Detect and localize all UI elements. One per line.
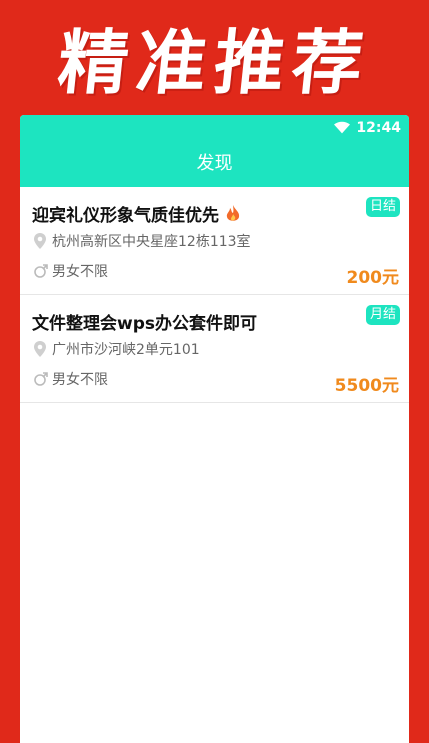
job-gender-row: 男女不限 [32,369,108,389]
job-title-text: 文件整理会wps办公套件即可 [32,314,257,334]
job-price: 200元 [346,268,400,288]
job-price: 5500元 [334,376,399,396]
job-address: 广州市沙河峡2单元101 [52,342,200,358]
job-title: 文件整理会wps办公套件即可 [32,309,257,334]
job-gender-row: 男女不限 [32,261,108,281]
location-pin-icon [32,341,48,357]
job-title: 迎宾礼仪形象气质佳优先 [32,201,241,226]
promo-banner: 精准推荐 [0,0,429,115]
job-address-row: 广州市沙河峡2单元101 [32,339,200,359]
page-title: 发现 [196,153,233,174]
wifi-icon [334,120,351,136]
job-title-text: 迎宾礼仪形象气质佳优先 [32,206,219,226]
gender-icon [32,263,48,279]
app-header: 12:44 发现 [20,115,409,187]
job-card[interactable]: 文件整理会wps办公套件即可 月结 广州市沙河峡2单元101 男女不限 5500… [20,295,409,403]
banner-title: 精准推荐 [53,21,375,104]
settlement-badge: 日结 [365,197,400,217]
app-screen: 12:44 发现 迎宾礼仪形象气质佳优先 日结 杭州高新区中央星座12栋113室 [20,115,409,743]
job-address: 杭州高新区中央星座12栋113室 [52,234,251,250]
gender-icon [32,371,48,387]
status-time: 12:44 [356,120,401,136]
location-pin-icon [32,233,48,249]
settlement-badge: 月结 [365,305,400,325]
job-card[interactable]: 迎宾礼仪形象气质佳优先 日结 杭州高新区中央星座12栋113室 男女不限 200… [20,187,409,295]
job-gender: 男女不限 [52,264,108,280]
job-address-row: 杭州高新区中央星座12栋113室 [32,231,251,251]
status-bar: 12:44 [334,119,401,137]
job-gender: 男女不限 [52,372,108,388]
fire-icon [225,204,241,222]
